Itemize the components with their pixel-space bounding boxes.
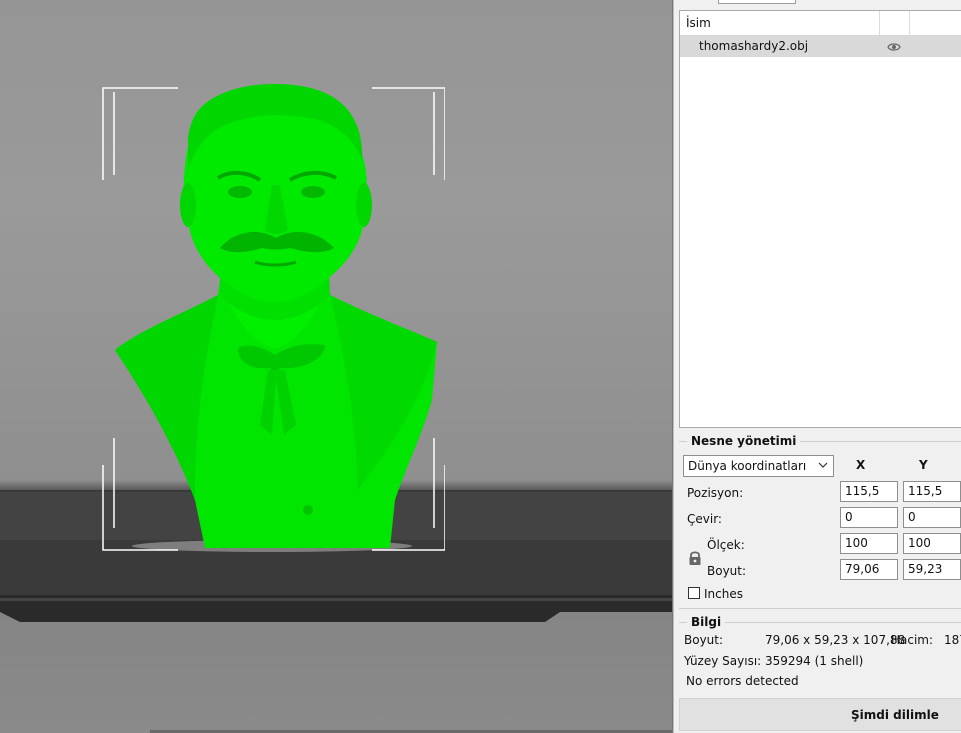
- scale-label: Ölçek:: [707, 538, 745, 552]
- info-facets-value: 359294 (1 shell): [765, 654, 864, 668]
- panel-top-button[interactable]: [718, 0, 796, 4]
- object-name: thomashardy2.obj: [699, 39, 809, 53]
- info-size-label: Boyut:: [684, 633, 724, 647]
- rotation-x-field[interactable]: 0: [840, 507, 898, 528]
- scale-y-field[interactable]: 100: [903, 533, 961, 554]
- rotation-y-field[interactable]: 0: [903, 507, 961, 528]
- size-x-field[interactable]: 79,06: [840, 559, 898, 580]
- inches-checkbox[interactable]: [688, 587, 700, 599]
- rotation-label: Çevir:: [687, 512, 722, 526]
- model-bust[interactable]: [100, 80, 445, 555]
- info-size-value: 79,06 x 59,23 x 107,88: [765, 633, 906, 647]
- info-facets-label: Yüzey Sayısı:: [684, 654, 762, 668]
- column-header-name[interactable]: İsim: [686, 16, 711, 30]
- scale-x-field[interactable]: 100: [840, 533, 898, 554]
- axis-label-x: X: [856, 458, 866, 472]
- info-errors-text: No errors detected: [686, 674, 799, 688]
- axis-label-y: Y: [919, 458, 928, 472]
- chevron-down-icon: [818, 459, 828, 473]
- object-list[interactable]: İsim thomashardy2.obj: [679, 10, 961, 428]
- position-y-field[interactable]: 115,5: [903, 481, 961, 502]
- right-panel: İsim thomashardy2.obj Nesne yönetimi Dün…: [673, 0, 961, 733]
- size-label: Boyut:: [707, 564, 747, 578]
- inches-label: Inches: [704, 587, 743, 601]
- position-label: Pozisyon:: [687, 486, 744, 500]
- coordinate-mode-value: Dünya koordinatları: [688, 459, 807, 473]
- object-list-item[interactable]: thomashardy2.obj: [680, 36, 961, 57]
- 3d-viewport[interactable]: [0, 0, 672, 733]
- info-volume-label: Hacim:: [891, 633, 934, 647]
- object-list-header: İsim: [680, 11, 961, 36]
- position-x-field[interactable]: 115,5: [840, 481, 898, 502]
- slice-now-button[interactable]: Şimdi dilimle: [679, 698, 961, 731]
- slice-now-label: Şimdi dilimle: [851, 708, 939, 722]
- size-y-field[interactable]: 59,23: [903, 559, 961, 580]
- info-volume-value: 187: [944, 633, 961, 647]
- eye-icon[interactable]: [887, 41, 901, 55]
- object-management-title: Nesne yönetimi: [687, 434, 801, 448]
- coordinate-mode-select[interactable]: Dünya koordinatları: [683, 455, 834, 477]
- info-title: Bilgi: [687, 615, 726, 629]
- lock-icon[interactable]: [688, 550, 702, 569]
